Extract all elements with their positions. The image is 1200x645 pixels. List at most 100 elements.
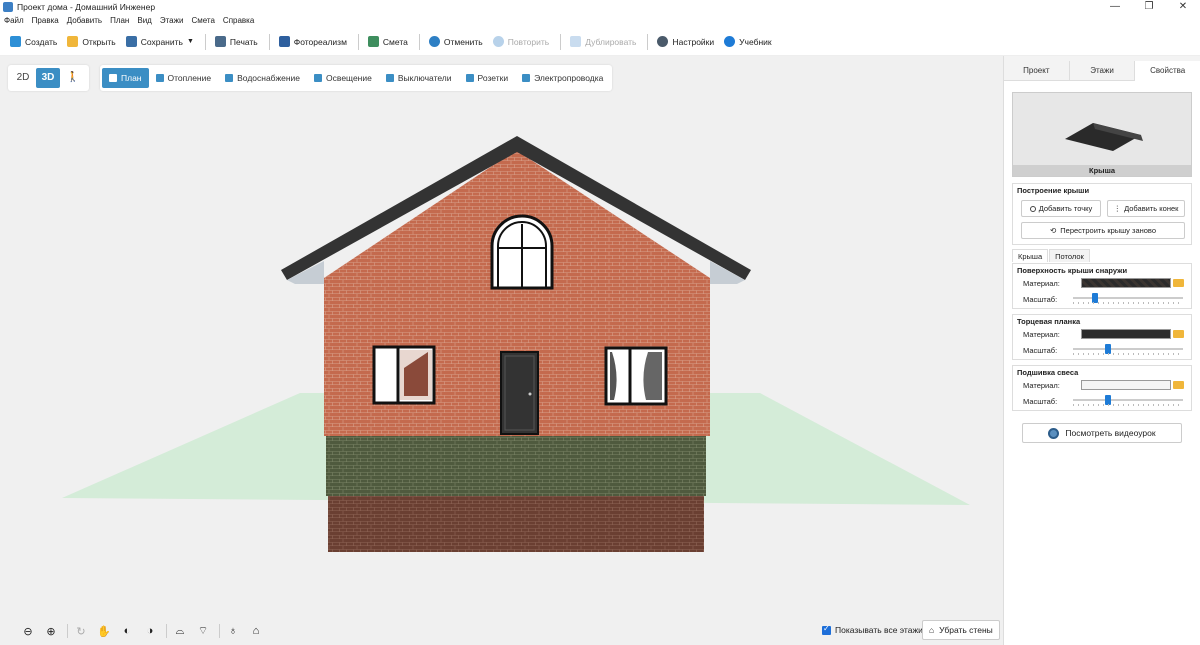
right-panel: Проект Этажи Свойства Крыша Построение к…: [1003, 56, 1200, 645]
outer-material-swatch[interactable]: [1081, 278, 1171, 288]
remove-walls-label: Убрать стены: [939, 625, 993, 635]
view-2d-button[interactable]: 2D: [11, 68, 35, 88]
walk-mode-button[interactable]: 🚶: [61, 68, 85, 88]
settings-button[interactable]: Настройки: [653, 31, 718, 53]
title-bar: Проект дома - Домашний Инженер — ❐ ✕: [0, 0, 1200, 14]
slider-track: [1073, 348, 1183, 350]
rebuild-roof-label: Перестроить крышу заново: [1060, 226, 1157, 235]
menu-view[interactable]: Вид: [137, 16, 151, 25]
layer-plan-tab[interactable]: План: [102, 68, 149, 88]
fascia-material-swatch[interactable]: [1081, 329, 1171, 339]
view-3d-button[interactable]: 3D: [36, 68, 60, 88]
redo-label: Повторить: [507, 36, 550, 47]
fascia-material-label: Материал:: [1023, 330, 1060, 339]
duplicate-button[interactable]: Дублировать: [566, 31, 640, 53]
close-button[interactable]: ✕: [1166, 0, 1200, 14]
add-point-label: Добавить точку: [1038, 204, 1093, 213]
layer-lighting-label: Освещение: [326, 73, 372, 83]
house-3d-scene[interactable]: [0, 56, 1003, 645]
duplicate-label: Дублировать: [585, 36, 637, 47]
minimize-button[interactable]: —: [1098, 0, 1132, 14]
roof-preview-icon: [1065, 123, 1143, 151]
tab-project[interactable]: Проект: [1004, 61, 1070, 81]
remove-walls-button[interactable]: ⌂ Убрать стены: [922, 620, 1000, 640]
tab-properties[interactable]: Свойства: [1135, 61, 1200, 81]
layer-heating-label: Отопление: [167, 73, 212, 83]
rebuild-roof-button[interactable]: ⟲ Перестроить крышу заново: [1021, 222, 1185, 239]
create-label: Создать: [25, 36, 58, 47]
menu-help[interactable]: Справка: [223, 16, 254, 25]
tutorial-label: Учебник: [739, 36, 772, 47]
roof-build-title: Построение крыши: [1017, 186, 1090, 195]
soffit-group: Подшивка свеса Материал: Масштаб:: [1012, 365, 1192, 411]
layer-lighting-tab[interactable]: Освещение: [307, 68, 379, 88]
undo-button[interactable]: Отменить: [425, 31, 487, 53]
window-title: Проект дома - Домашний Инженер: [17, 2, 156, 12]
outer-scale-slider[interactable]: [1073, 293, 1183, 304]
outer-material-folder-icon[interactable]: [1173, 279, 1184, 287]
layer-water-tab[interactable]: Водоснабжение: [218, 68, 307, 88]
add-ridge-button[interactable]: ⋮ Добавить конек: [1107, 200, 1185, 217]
maximize-button[interactable]: ❐: [1132, 0, 1166, 14]
photorealism-button[interactable]: Фотореализм: [275, 31, 351, 53]
tools-separator: [67, 624, 68, 638]
plinth: [328, 496, 704, 552]
hand-pan-icon[interactable]: ✋: [94, 621, 114, 641]
undo-icon: [428, 36, 440, 47]
soffit-material-swatch[interactable]: [1081, 380, 1171, 390]
help-icon: [724, 36, 736, 47]
print-button[interactable]: Печать: [211, 31, 262, 53]
menu-plan[interactable]: План: [110, 16, 129, 25]
light-bulb-icon[interactable]: ♁: [223, 621, 243, 641]
water-pipe-icon: [225, 74, 234, 82]
lower-wall-band: [326, 436, 706, 496]
tilt-up-icon[interactable]: ⌓: [170, 621, 190, 641]
create-button[interactable]: Создать: [6, 31, 61, 53]
home-icon[interactable]: ⌂: [246, 621, 266, 641]
menu-edit[interactable]: Правка: [32, 16, 59, 25]
tools-separator: [166, 624, 167, 638]
soffit-material-folder-icon[interactable]: [1173, 381, 1184, 389]
subtab-ceiling[interactable]: Потолок: [1049, 249, 1090, 262]
add-point-button[interactable]: Добавить точку: [1021, 200, 1101, 217]
tab-floors[interactable]: Этажи: [1069, 61, 1136, 81]
duplicate-icon: [570, 36, 582, 47]
layer-wiring-tab[interactable]: Электропроводка: [515, 68, 610, 88]
3d-viewport[interactable]: 2D 3D 🚶 План Отопление Водоснабжение Осв…: [0, 56, 1003, 645]
toolbar-separator: [418, 33, 420, 50]
preview-label: Крыша: [1013, 165, 1191, 176]
save-button[interactable]: Сохранить ▼: [122, 31, 198, 53]
layer-switches-tab[interactable]: Выключатели: [379, 68, 459, 88]
zoom-in-icon[interactable]: ⊕: [41, 621, 61, 641]
orbit-right-icon[interactable]: ◑: [140, 621, 160, 641]
estimate-button[interactable]: Смета: [364, 31, 412, 53]
layer-sockets-label: Розетки: [477, 73, 509, 83]
outer-surface-title: Поверхность крыши снаружи: [1017, 266, 1128, 275]
menu-estimate[interactable]: Смета: [191, 16, 214, 25]
checkbox-checked-icon[interactable]: [822, 624, 831, 635]
slider-ticks: [1073, 404, 1183, 406]
menu-add[interactable]: Добавить: [67, 16, 102, 25]
outer-scale-label: Масштаб:: [1023, 295, 1058, 304]
rotate-360-icon[interactable]: ↻: [71, 621, 91, 641]
show-all-floors-checkbox[interactable]: Показывать все этажи: [822, 624, 923, 635]
menu-file[interactable]: Файл: [4, 16, 24, 25]
tutorial-button[interactable]: Учебник: [720, 31, 776, 53]
orbit-left-icon[interactable]: ◐: [117, 621, 137, 641]
open-button[interactable]: Открыть: [63, 31, 119, 53]
redo-icon: [492, 36, 504, 47]
layer-heating-tab[interactable]: Отопление: [149, 68, 219, 88]
save-dropdown-icon[interactable]: ▼: [187, 38, 194, 45]
switch-icon: [385, 74, 394, 82]
zoom-out-icon[interactable]: ⊖: [18, 621, 38, 641]
tilt-down-icon[interactable]: ⌔: [193, 621, 213, 641]
menu-floors[interactable]: Этажи: [160, 16, 184, 25]
subtab-roof[interactable]: Крыша: [1012, 249, 1049, 262]
layer-sockets-tab[interactable]: Розетки: [459, 68, 516, 88]
fascia-material-folder-icon[interactable]: [1173, 330, 1184, 338]
soffit-scale-slider[interactable]: [1073, 395, 1183, 406]
watch-video-button[interactable]: Посмотреть видеоурок: [1022, 423, 1182, 443]
fascia-scale-slider[interactable]: [1073, 344, 1183, 355]
folder-icon: [67, 36, 79, 47]
redo-button[interactable]: Повторить: [489, 31, 554, 53]
